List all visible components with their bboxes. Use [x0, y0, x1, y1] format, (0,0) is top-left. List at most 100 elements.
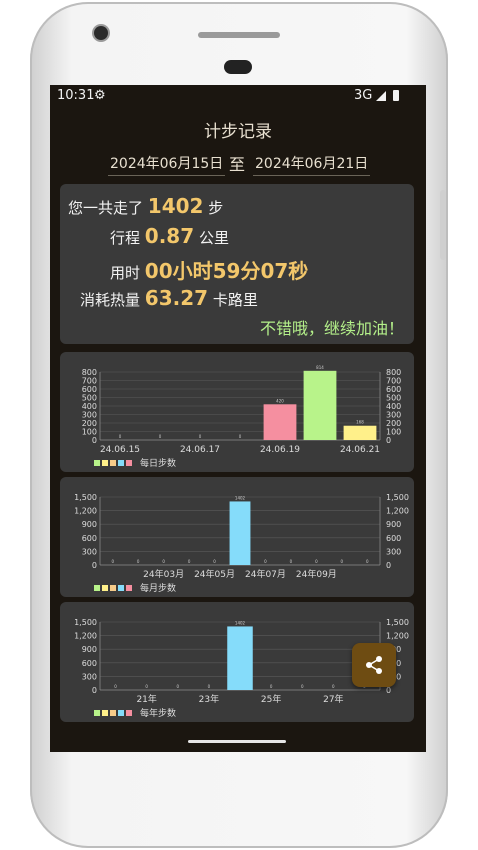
x-tick-label: 25年	[261, 693, 281, 705]
front-camera	[94, 26, 108, 40]
data-label: 1402	[235, 495, 246, 500]
legend-swatch	[110, 710, 116, 716]
bar	[263, 404, 297, 440]
network-type: 3G	[354, 88, 373, 103]
page-title: 计步记录	[204, 122, 272, 142]
y-tick-label-right: 1,500	[386, 618, 409, 627]
time-line: 用时 00小时59分07秒	[110, 255, 308, 284]
bar	[303, 370, 337, 440]
steps-value: 1402	[147, 194, 204, 218]
legend-swatch	[94, 710, 100, 716]
data-label: 0	[188, 559, 191, 564]
data-label: 0	[111, 559, 114, 564]
y-tick-label-left: 1,500	[74, 493, 97, 502]
data-label: 0	[332, 684, 335, 689]
monthly-chart-svg: 0 0 300 300 600 600 900 900 1,200 1,200 1,500 1,500…	[74, 493, 409, 594]
data-label: 0	[199, 434, 202, 439]
app-screen: 10:31 ⚙ 3G 计步记录 2024年06月15日 至 2024年06月21…	[50, 85, 426, 752]
y-tick-label-right: 400	[386, 402, 401, 411]
data-label: 420	[276, 398, 284, 403]
earpiece-speaker	[198, 32, 280, 38]
data-label: 0	[137, 559, 140, 564]
legend-swatch	[102, 460, 108, 466]
bar	[227, 626, 253, 690]
y-tick-label-left: 500	[82, 394, 97, 403]
data-label: 0	[264, 559, 267, 564]
y-tick-label-left: 300	[82, 411, 97, 420]
y-tick-label-left: 1,200	[74, 507, 97, 516]
data-label: 0	[114, 684, 117, 689]
home-indicator[interactable]	[188, 740, 286, 743]
data-label: 168	[356, 420, 364, 425]
distance-line: 行程 0.87 公里	[110, 224, 229, 248]
x-tick-label: 24年09月	[296, 568, 337, 580]
data-label: 0	[213, 559, 216, 564]
data-label: 0	[119, 434, 122, 439]
distance-value: 0.87	[144, 224, 195, 248]
steps-prefix: 您一共走了	[68, 199, 144, 217]
encouragement-message: 不错哦，继续加油！	[259, 319, 404, 338]
legend-swatch	[110, 460, 116, 466]
legend-swatch	[110, 585, 116, 591]
y-tick-label-right: 0	[386, 436, 391, 445]
y-tick-label-left: 0	[92, 436, 97, 445]
calories-label: 消耗热量	[80, 291, 141, 309]
time-value: 00小时59分07秒	[144, 259, 309, 283]
y-tick-label-left: 300	[82, 547, 97, 556]
y-tick-label-left: 100	[82, 428, 97, 437]
status-time: 10:31	[57, 88, 95, 103]
proximity-sensor	[224, 60, 252, 74]
x-tick-label: 24年05月	[194, 568, 235, 580]
y-tick-label-left: 400	[82, 402, 97, 411]
calories-line: 消耗热量 63.27 卡路里	[80, 286, 258, 310]
legend-swatch	[94, 585, 100, 591]
x-tick-label: 21年	[136, 693, 156, 705]
summary-card: 您一共走了 1402 步 行程 0.87 公里 用时 00小时59分07秒 消耗…	[60, 184, 414, 344]
share-button[interactable]	[352, 643, 396, 687]
y-tick-label-left: 600	[82, 659, 97, 668]
y-tick-label-left: 0	[92, 561, 97, 570]
y-tick-label-left: 700	[82, 377, 97, 386]
data-label: 0	[301, 684, 304, 689]
legend-label: 每月步数	[140, 582, 176, 594]
y-tick-label-left: 600	[82, 385, 97, 394]
end-date-picker[interactable]: 2024年06月21日	[253, 153, 371, 176]
data-label: 0	[159, 434, 162, 439]
legend-label: 每年步数	[140, 707, 176, 719]
start-date-picker[interactable]: 2024年06月15日	[108, 153, 226, 176]
y-tick-label-left: 200	[82, 419, 97, 428]
legend-label: 每日步数	[140, 457, 176, 469]
calories-value: 63.27	[144, 286, 209, 310]
distance-label: 行程	[110, 229, 141, 247]
y-tick-label-right: 0	[386, 561, 391, 570]
data-label: 0	[239, 434, 242, 439]
data-label: 0	[270, 684, 273, 689]
legend-swatch	[118, 460, 124, 466]
x-tick-label: 24年03月	[143, 568, 184, 580]
power-button	[440, 190, 446, 260]
y-tick-label-right: 1,200	[386, 507, 409, 516]
y-tick-label-right: 1,500	[386, 493, 409, 502]
date-range: 2024年06月15日 至 2024年06月21日	[108, 151, 378, 176]
steps-unit: 步	[208, 199, 224, 217]
y-tick-label-left: 900	[82, 520, 97, 529]
y-tick-label-right: 600	[386, 385, 401, 394]
bar	[229, 501, 251, 565]
data-label: 0	[366, 559, 369, 564]
distance-unit: 公里	[198, 229, 229, 247]
data-label: 0	[145, 684, 148, 689]
y-tick-label-right: 900	[386, 520, 401, 529]
legend-swatch	[94, 460, 100, 466]
y-tick-label-right: 200	[386, 419, 401, 428]
x-tick-label: 24.06.19	[260, 445, 300, 455]
y-tick-label-right: 0	[386, 686, 391, 695]
legend-swatch	[126, 460, 132, 466]
y-tick-label-right: 800	[386, 368, 401, 377]
y-tick-label-right: 300	[386, 547, 401, 556]
data-label: 0	[162, 559, 165, 564]
gear-icon: ⚙	[94, 88, 106, 103]
x-tick-label: 23年	[199, 693, 219, 705]
monthly-steps-chart: 0 0 300 300 600 600 900 900 1,200 1,200 1,500 1,500…	[60, 477, 414, 597]
x-tick-label: 24.06.17	[180, 445, 220, 455]
data-label: 814	[316, 365, 324, 370]
